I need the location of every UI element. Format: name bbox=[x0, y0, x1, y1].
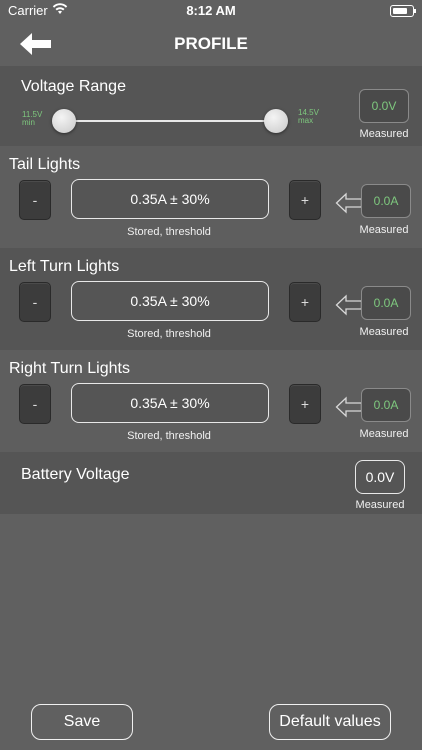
slider-min-label: min bbox=[22, 118, 35, 127]
tail-lights-minus-button[interactable]: - bbox=[19, 180, 51, 220]
tail-lights-threshold-field[interactable]: 0.35A ± 30% bbox=[71, 179, 269, 219]
save-button[interactable]: Save bbox=[31, 704, 133, 740]
left-turn-minus-button[interactable]: - bbox=[19, 282, 51, 322]
right-turn-threshold-field[interactable]: 0.35A ± 30% bbox=[71, 383, 269, 423]
battery-voltage-title: Battery Voltage bbox=[21, 466, 130, 483]
slider-min-value: 11.5V min bbox=[22, 111, 42, 127]
voltage-min-thumb[interactable] bbox=[52, 109, 76, 133]
left-turn-plus-button[interactable]: + bbox=[289, 282, 321, 322]
battery-icon bbox=[390, 5, 416, 17]
voltage-measured-label: Measured bbox=[359, 128, 409, 140]
tail-lights-title: Tail Lights bbox=[9, 156, 81, 173]
left-arrow-outline-icon bbox=[335, 294, 363, 316]
tail-lights-stored-label: Stored, threshold bbox=[127, 226, 211, 238]
voltage-range-title: Voltage Range bbox=[21, 78, 126, 95]
left-arrow-outline-icon bbox=[335, 396, 363, 418]
battery-measured-label: Measured bbox=[355, 499, 405, 511]
page-title: PROFILE bbox=[174, 34, 248, 53]
slider-max-value: 14.5V max bbox=[298, 109, 319, 125]
tail-lights-measured-value: 0.0A bbox=[361, 184, 411, 218]
right-turn-measured-label: Measured bbox=[359, 428, 409, 440]
right-turn-title: Right Turn Lights bbox=[9, 360, 130, 377]
right-turn-minus-button[interactable]: - bbox=[19, 384, 51, 424]
left-turn-threshold-field[interactable]: 0.35A ± 30% bbox=[71, 281, 269, 321]
left-turn-stored-label: Stored, threshold bbox=[127, 328, 211, 340]
left-turn-title: Left Turn Lights bbox=[9, 258, 120, 275]
right-turn-measured-value: 0.0A bbox=[361, 388, 411, 422]
left-turn-measured-label: Measured bbox=[359, 326, 409, 338]
right-turn-stored-label: Stored, threshold bbox=[127, 430, 211, 442]
slider-max-label: max bbox=[298, 116, 314, 125]
right-turn-plus-button[interactable]: + bbox=[289, 384, 321, 424]
battery-measured-value: 0.0V bbox=[355, 460, 405, 494]
tail-lights-plus-button[interactable]: + bbox=[289, 180, 321, 220]
default-values-button[interactable]: Default values bbox=[269, 704, 391, 740]
nav-bar: PROFILE bbox=[0, 22, 422, 66]
left-turn-measured-value: 0.0A bbox=[361, 286, 411, 320]
voltage-range-track[interactable] bbox=[64, 120, 276, 122]
voltage-measured-value: 0.0V bbox=[359, 89, 409, 123]
clock: 8:12 AM bbox=[186, 3, 236, 18]
status-bar: Carrier 8:12 AM bbox=[0, 0, 422, 22]
voltage-max-thumb[interactable] bbox=[264, 109, 288, 133]
left-arrow-outline-icon bbox=[335, 192, 363, 214]
tail-lights-measured-label: Measured bbox=[359, 224, 409, 236]
